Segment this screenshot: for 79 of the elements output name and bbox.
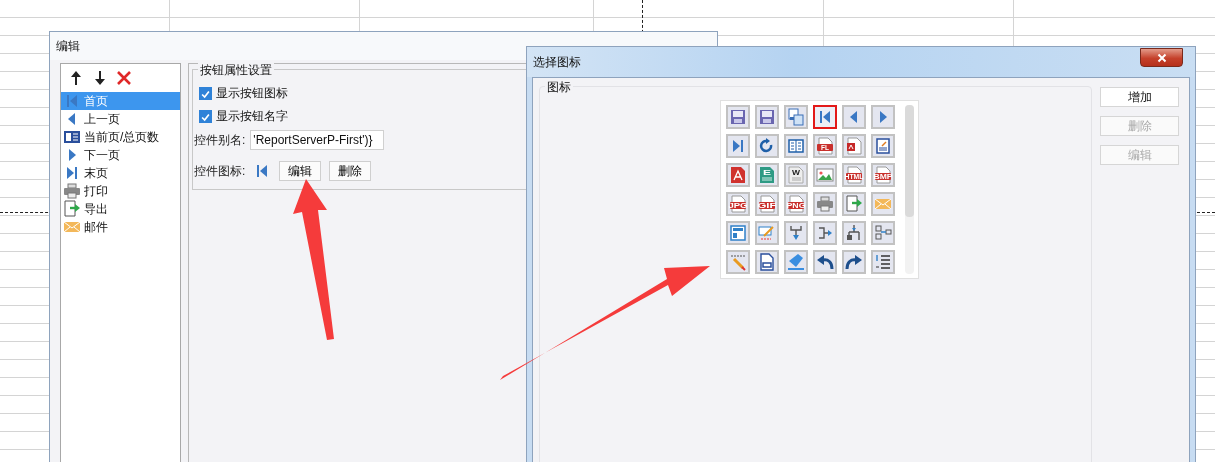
checkbox[interactable] bbox=[199, 110, 212, 123]
icon-tile[interactable] bbox=[726, 221, 750, 245]
alias-field[interactable]: 'ReportServerP-First')} bbox=[250, 130, 385, 150]
redo-icon bbox=[845, 253, 863, 271]
icon-tile[interactable] bbox=[871, 105, 895, 129]
icon-tile[interactable] bbox=[813, 192, 837, 216]
field-label: 控件别名: bbox=[194, 131, 246, 149]
icon-tile[interactable]: FL bbox=[813, 134, 837, 158]
icon-tile[interactable] bbox=[871, 134, 895, 158]
icon-tile[interactable] bbox=[726, 163, 750, 187]
printer-icon bbox=[816, 195, 834, 213]
icon-tile[interactable] bbox=[842, 221, 866, 245]
icon-tile[interactable] bbox=[813, 163, 837, 187]
field-label: 控件图标: bbox=[194, 162, 246, 180]
icon-tile[interactable] bbox=[784, 250, 808, 274]
undo-icon bbox=[816, 253, 834, 271]
icon-tile[interactable] bbox=[755, 221, 779, 245]
split-right-icon bbox=[816, 224, 834, 242]
pdf-file-icon bbox=[845, 137, 863, 155]
group-title: 按钮属性设置 bbox=[198, 62, 274, 79]
button[interactable]: 删除 bbox=[329, 161, 372, 181]
scrollbar[interactable] bbox=[905, 105, 914, 274]
icon-tile[interactable] bbox=[755, 134, 779, 158]
pdf-icon bbox=[729, 166, 747, 184]
button[interactable]: 编辑 bbox=[279, 161, 322, 181]
merge-down-icon bbox=[787, 224, 805, 242]
image-icon bbox=[816, 166, 834, 184]
icon-tile[interactable] bbox=[784, 105, 808, 129]
document-edit-icon bbox=[874, 137, 892, 155]
delete-icon[interactable] bbox=[115, 68, 133, 87]
list-item[interactable]: 邮件 bbox=[61, 218, 180, 236]
form-edit-icon bbox=[758, 224, 776, 242]
icon-tile[interactable] bbox=[726, 134, 750, 158]
export-icon bbox=[845, 195, 863, 213]
icon-tile[interactable] bbox=[726, 105, 750, 129]
button[interactable]: 增加 bbox=[1100, 87, 1179, 107]
icon-tile[interactable] bbox=[842, 250, 866, 274]
scroll-thumb[interactable] bbox=[905, 105, 914, 217]
icon-tile[interactable] bbox=[871, 192, 895, 216]
icon-tile[interactable] bbox=[871, 221, 895, 245]
list-item[interactable]: 末页 bbox=[61, 164, 180, 182]
window-title: 编辑 bbox=[56, 37, 80, 55]
icon-tile[interactable] bbox=[842, 105, 866, 129]
icon-tile[interactable] bbox=[726, 250, 750, 274]
book-icon bbox=[787, 137, 805, 155]
checkbox-label: 显示按钮名字 bbox=[216, 108, 288, 125]
window-title: 选择图标 bbox=[533, 53, 581, 71]
tree-icon bbox=[845, 224, 863, 242]
paint-bucket-icon bbox=[787, 253, 805, 271]
list-item[interactable]: 上一页 bbox=[61, 110, 180, 128]
icon-tile[interactable] bbox=[784, 134, 808, 158]
icon-tile[interactable] bbox=[755, 105, 779, 129]
icon-tile[interactable] bbox=[842, 192, 866, 216]
icon-tile[interactable]: W bbox=[784, 163, 808, 187]
list-icon bbox=[874, 253, 892, 271]
icon-tile[interactable] bbox=[784, 221, 808, 245]
checkbox[interactable] bbox=[199, 87, 212, 100]
icon-tile[interactable] bbox=[871, 250, 895, 274]
document-link-icon bbox=[758, 253, 776, 271]
page-counter-icon bbox=[63, 128, 81, 146]
icon-tile[interactable] bbox=[813, 105, 837, 129]
close-button[interactable] bbox=[1140, 48, 1183, 67]
layout-icon bbox=[729, 224, 747, 242]
list-item[interactable]: 下一页 bbox=[61, 146, 180, 164]
list-item[interactable]: 导出 bbox=[61, 200, 180, 218]
icon-tile[interactable] bbox=[813, 221, 837, 245]
copy-pages-icon bbox=[787, 108, 805, 126]
checkbox-label: 显示按钮图标 bbox=[216, 85, 288, 102]
list-item[interactable]: 当前页/总页数 bbox=[61, 128, 180, 146]
pencil-icon bbox=[729, 253, 747, 271]
icon-tile[interactable] bbox=[755, 250, 779, 274]
group-title: 图标 bbox=[545, 79, 573, 96]
printer-icon bbox=[63, 182, 81, 200]
tree-left-icon bbox=[874, 224, 892, 242]
close-icon bbox=[1156, 52, 1167, 63]
export-icon bbox=[63, 200, 81, 218]
list-item[interactable]: 打印 bbox=[61, 182, 180, 200]
icon-tile[interactable] bbox=[813, 250, 837, 274]
icon-tile[interactable] bbox=[842, 134, 866, 158]
